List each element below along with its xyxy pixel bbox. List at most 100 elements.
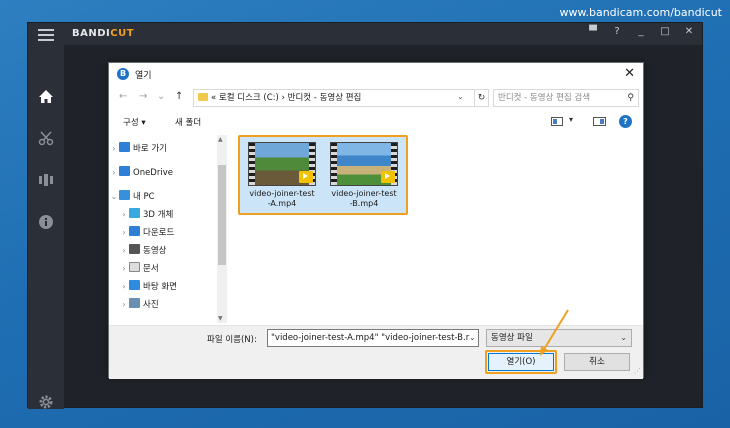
scrollbar-thumb[interactable] [218,165,226,265]
help-icon[interactable]: ? [612,26,622,37]
help-icon[interactable]: ? [619,115,632,128]
player-badge-icon [299,171,313,183]
filename-dropdown-icon[interactable]: ⌄ [469,329,481,347]
scroll-up-icon[interactable]: ▲ [218,136,223,143]
sidebar-item[interactable]: ⌄ 내 PC [109,189,155,205]
minimize-icon[interactable]: _ [636,26,646,37]
sidebar-item-label: 사진 [143,300,159,310]
app-logo: BANDICUT [72,28,135,39]
up-folder-icon[interactable]: ↑ [175,91,183,102]
search-input[interactable]: 반디컷 - 동영상 편집 검색 ⚲ [493,89,639,107]
nav-scrollbar[interactable]: ▲ ▼ [217,135,227,323]
expand-chevron-icon[interactable]: › [119,225,129,241]
dialog-titlebar: B 열기 ✕ [109,63,643,85]
bandicut-logo-icon: B [117,68,129,80]
info-icon[interactable] [37,213,55,231]
filename-label: 파일 이름(N): [207,335,257,345]
desktop-icon [129,280,140,290]
computer-icon [119,190,130,200]
sidebar-item-label: 다운로드 [143,228,175,238]
video-icon [129,244,140,254]
menu-icon[interactable] [38,29,54,41]
resize-grip-icon[interactable]: ⋰ [634,367,641,375]
organize-button[interactable]: 구성 ▾ [123,116,146,128]
folder-icon [198,93,208,101]
navigation-pane: › 바로 가기 › OneDrive ⌄ 내 PC › 3D 개체 › 다운로드 › 동영상 › 문서 › 바… [109,135,227,323]
file-name: video-joiner-test -A.mp4 [249,189,315,208]
search-placeholder: 반디컷 - 동영상 편집 검색 [498,93,591,103]
file-item[interactable]: video-joiner-test -B.mp4 [325,139,403,211]
close-icon[interactable]: ✕ [684,26,694,37]
close-icon[interactable]: ✕ [624,66,635,81]
sidebar-item-label: 내 PC [133,192,155,202]
sidebar-item[interactable]: › 사진 [119,297,159,313]
dialog-title: 열기 [135,71,152,81]
video-thumbnail [248,142,316,186]
address-path: 로컬 디스크 (C:) › 반디컷 - 동영상 편집 [218,93,362,103]
star-icon [119,142,130,152]
cancel-button[interactable]: 취소 [564,353,630,371]
expand-chevron-icon[interactable]: › [109,141,119,157]
view-mode-icon[interactable] [551,117,563,126]
file-item[interactable]: video-joiner-test -A.mp4 [243,139,321,211]
address-bar-row: ← → ⌄ ↑ « 로컬 디스크 (C:) › 반디컷 - 동영상 편집 ⌄ ↻… [117,89,639,107]
expand-chevron-icon[interactable]: › [119,207,129,223]
filetype-value: 동영상 파일 [491,333,533,343]
address-dropdown-icon[interactable]: ⌄ [457,89,469,105]
home-icon[interactable] [37,87,55,105]
sidebar-item[interactable]: › 문서 [119,261,159,277]
folder-icon[interactable]: ▀ [588,26,598,37]
sidebar-item[interactable]: › 동영상 [119,243,166,259]
picture-icon [129,298,140,308]
expand-chevron-icon[interactable]: › [119,297,129,313]
recent-locations-icon[interactable]: ⌄ [157,91,165,102]
expand-chevron-icon[interactable]: ⌄ [109,189,119,205]
expand-chevron-icon[interactable]: › [109,165,119,181]
join-icon[interactable] [37,171,55,189]
view-dropdown-icon[interactable]: ▾ [569,115,573,124]
filetype-select[interactable]: 동영상 파일 ⌄ [486,329,632,347]
open-button[interactable]: 열기(O) [488,353,554,371]
expand-chevron-icon[interactable]: › [119,243,129,259]
settings-icon[interactable] [37,393,55,411]
sidebar-item-label: OneDrive [133,168,173,178]
watermark: www.bandicam.com/bandicut [559,6,722,19]
app-titlebar: BANDICUT ▀ ? _ □ ✕ [28,23,702,45]
filmstrip-edge [249,143,255,185]
video-thumbnail [330,142,398,186]
cloud-icon [119,166,130,176]
address-bar[interactable]: « 로컬 디스크 (C:) › 반디컷 - 동영상 편집 [193,89,475,107]
filmstrip-edge [331,143,337,185]
app-sidebar [28,45,64,409]
sidebar-item[interactable]: › 바로 가기 [109,141,167,157]
sidebar-item-label: 바로 가기 [133,144,167,154]
player-badge-icon [381,171,395,183]
document-icon [129,262,140,272]
sidebar-item[interactable]: › OneDrive [109,165,173,181]
forward-arrow-icon[interactable]: → [139,91,147,102]
new-folder-button[interactable]: 새 폴더 [175,116,201,128]
filename-input[interactable]: "video-joiner-test-A.mp4" "video-joiner-… [267,329,479,347]
expand-chevron-icon[interactable]: › [119,279,129,295]
sidebar-item[interactable]: › 다운로드 [119,225,174,241]
chevron-down-icon: ⌄ [620,333,627,342]
sidebar-item[interactable]: › 3D 개체 [119,207,173,223]
sidebar-item[interactable]: › 바탕 화면 [119,279,177,295]
window-controls: ▀ ? _ □ ✕ [588,26,694,37]
dialog-toolbar: 구성 ▾ 새 폴더 ▾ ? [109,113,643,133]
preview-pane-icon[interactable] [593,117,606,126]
cube-icon [129,208,140,218]
cut-icon[interactable] [37,129,55,147]
sidebar-item-label: 문서 [143,264,159,274]
address-prefix: « [211,93,217,103]
expand-chevron-icon[interactable]: › [119,261,129,277]
download-icon [129,226,140,236]
maximize-icon[interactable]: □ [660,26,670,37]
refresh-icon[interactable]: ↻ [475,89,489,107]
back-arrow-icon[interactable]: ← [119,91,127,102]
open-file-dialog: B 열기 ✕ ← → ⌄ ↑ « 로컬 디스크 (C:) › 반디컷 - 동영상… [108,62,644,379]
sidebar-item-label: 3D 개체 [143,210,174,220]
search-icon: ⚲ [627,93,634,103]
file-name: video-joiner-test -B.mp4 [331,189,397,208]
scroll-down-icon[interactable]: ▼ [218,315,223,322]
